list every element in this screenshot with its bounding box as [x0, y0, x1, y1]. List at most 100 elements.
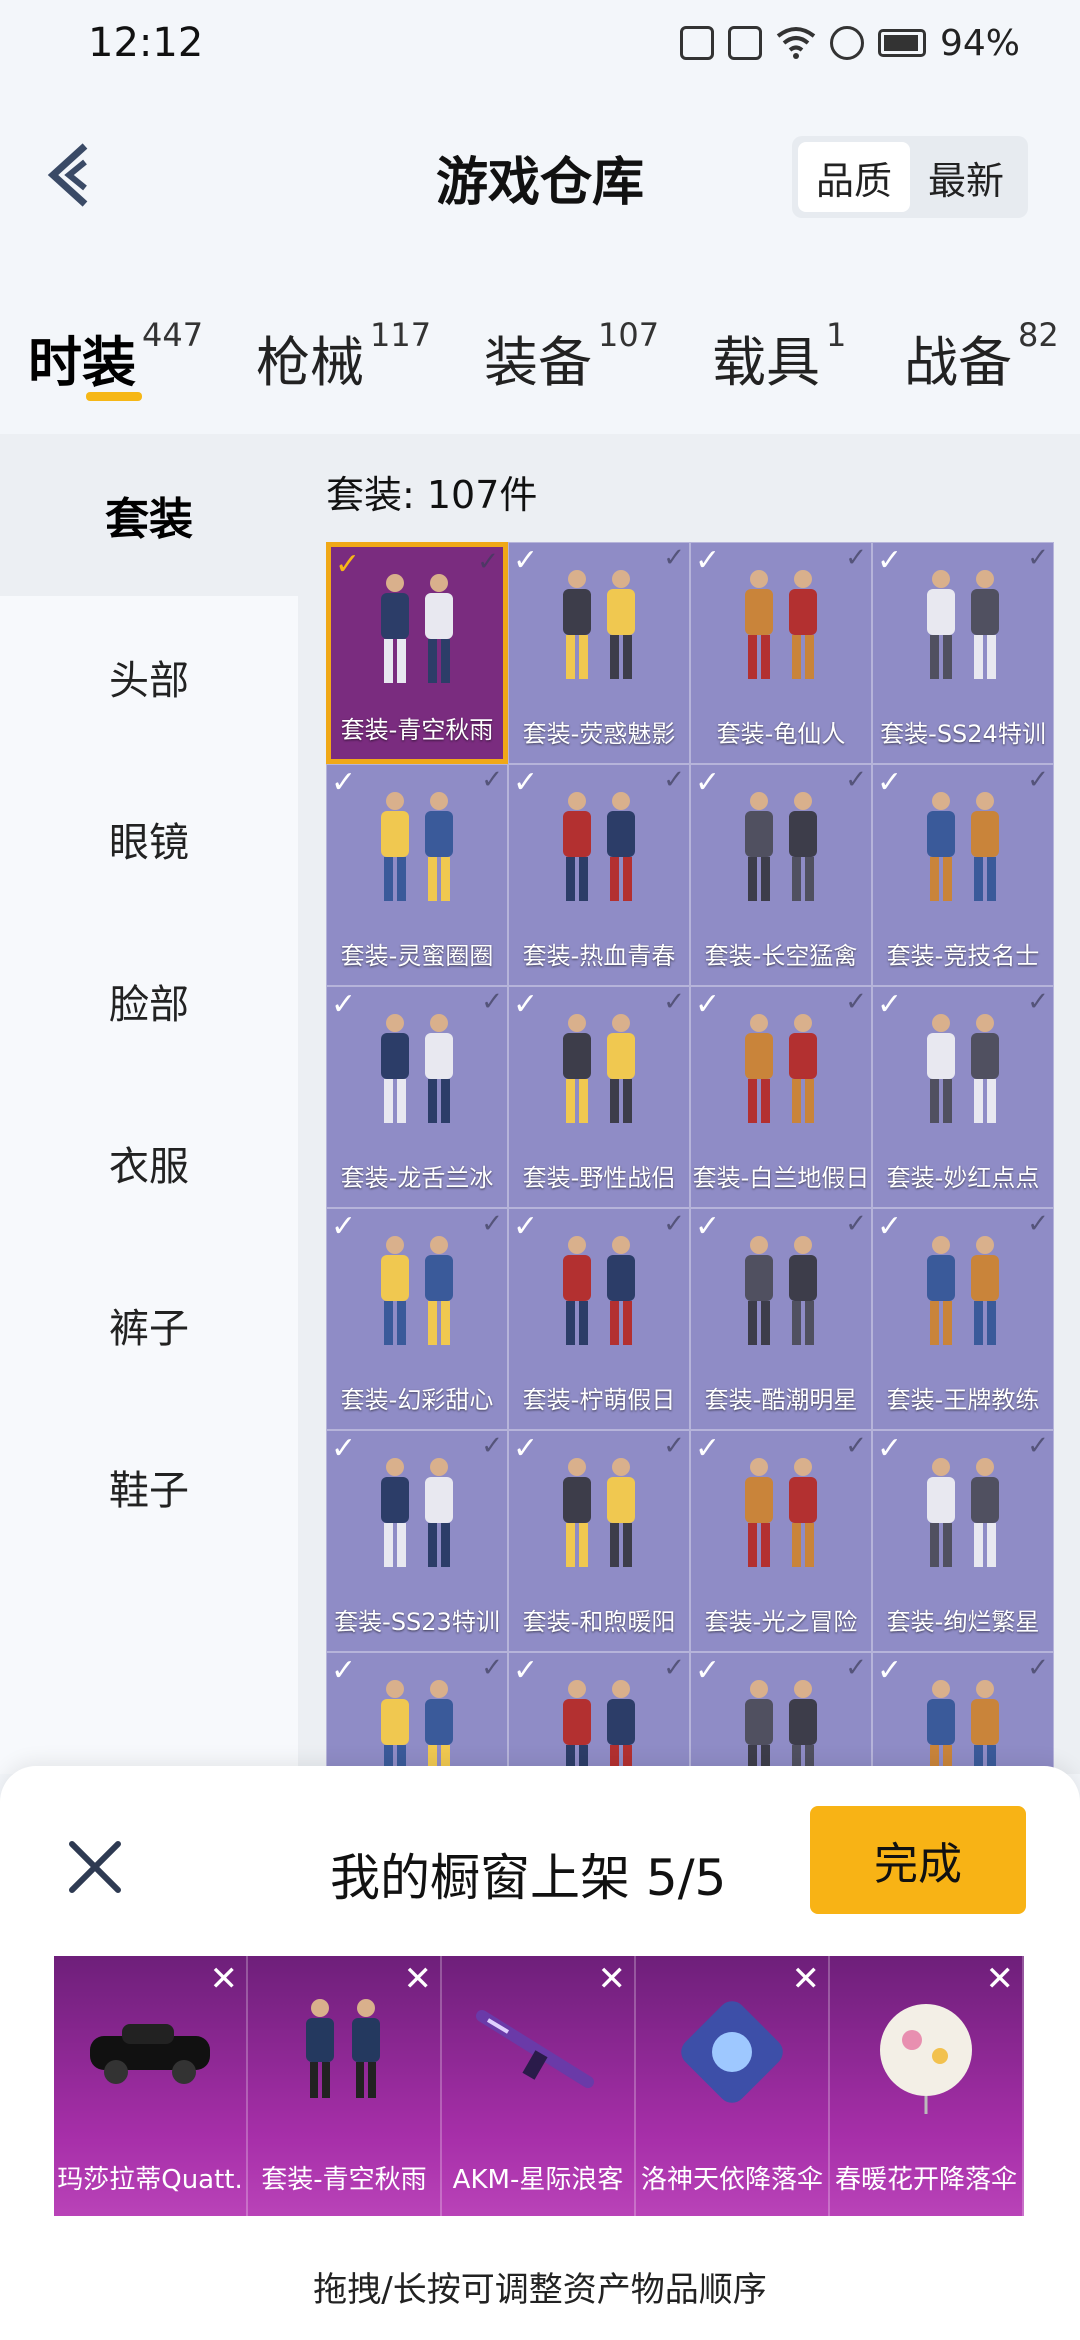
item-card[interactable]: ✓ ✓ 套装-柠萌假日 — [508, 1208, 690, 1430]
item-card[interactable]: ✓ ✓ 套装-SS24特训 — [872, 542, 1054, 764]
item-label: 套装-荧惑魅影 — [522, 720, 676, 748]
item-card[interactable]: ✓ ✓ 套装-龙舌兰冰 — [326, 986, 508, 1208]
check-icon: ✓ — [695, 987, 721, 1022]
check-icon: ✓ — [331, 1209, 357, 1244]
item-count: 套装: 107件 — [326, 473, 538, 517]
owned-check-icon: ✓ — [481, 1431, 503, 1461]
showcase-label: 洛神天依降落伞 — [640, 2165, 823, 2195]
tab-guns[interactable]: 枪械 117 — [256, 316, 431, 397]
item-card[interactable]: ✓ ✓ 套装-和煦暖阳 — [508, 1430, 690, 1652]
owned-check-icon: ✓ — [663, 987, 685, 1017]
showcase-item[interactable]: ✕ 套装-青空秋雨 — [248, 1956, 442, 2216]
item-card[interactable]: ✓ ✓ 套装-青空秋雨 — [326, 542, 508, 764]
done-button[interactable]: 完成 — [810, 1806, 1026, 1914]
item-card[interactable]: ✓ ✓ 套装-热血青春 — [508, 764, 690, 986]
remove-icon[interactable]: ✕ — [404, 1962, 433, 1996]
item-card[interactable]: ✓ ✓ — [690, 1652, 872, 1774]
showcase-item[interactable]: ✕ AKM-星际浪客 — [442, 1956, 636, 2216]
showcase-item[interactable]: ✕ 玛莎拉蒂Quatt. — [54, 1956, 248, 2216]
sort-newest-option[interactable]: 最新 — [910, 142, 1022, 212]
side-item-pants[interactable]: 裤子 — [0, 1244, 298, 1406]
showcase-item[interactable]: ✕ 洛神天依降落伞 — [636, 1956, 830, 2216]
sort-quality-option[interactable]: 品质 — [798, 142, 910, 212]
item-label: 套装-SS23特训 — [334, 1608, 500, 1636]
check-icon: ✓ — [877, 765, 903, 800]
item-label: 套装-光之冒险 — [704, 1608, 858, 1636]
item-card[interactable]: ✓ ✓ 套装-绚烂繁星 — [872, 1430, 1054, 1652]
remove-icon[interactable]: ✕ — [598, 1962, 627, 1996]
showcase-label: 套装-青空秋雨 — [261, 2165, 427, 2195]
item-card[interactable]: ✓ ✓ 套装-SS23特训 — [326, 1430, 508, 1652]
outfit-thumbnail — [745, 792, 817, 901]
tab-vehicles[interactable]: 载具 1 — [712, 316, 846, 397]
side-nav: 套装 头部 眼镜 脸部 衣服 裤子 鞋子 — [0, 434, 298, 1774]
tab-supplies[interactable]: 战备 82 — [904, 316, 1059, 397]
item-label: 套装-妙红点点 — [886, 1164, 1040, 1192]
item-card[interactable]: ✓ ✓ — [872, 1652, 1054, 1774]
side-item-clothes[interactable]: 衣服 — [0, 1082, 298, 1244]
item-label: 套装-野性战侣 — [522, 1164, 676, 1192]
side-item-face[interactable]: 脸部 — [0, 920, 298, 1082]
item-card[interactable]: ✓ ✓ — [326, 1652, 508, 1774]
remove-icon[interactable]: ✕ — [986, 1962, 1015, 1996]
item-label: 套装-王牌教练 — [886, 1386, 1040, 1414]
item-card[interactable]: ✓ ✓ 套装-龟仙人 — [690, 542, 872, 764]
item-card[interactable]: ✓ ✓ 套装-妙红点点 — [872, 986, 1054, 1208]
outfit-thumbnail — [927, 1236, 999, 1345]
outfit-thumbnail — [563, 1458, 635, 1567]
outfit-thumbnail — [927, 1680, 999, 1774]
check-icon: ✓ — [877, 543, 903, 578]
owned-check-icon: ✓ — [663, 1431, 685, 1461]
owned-check-icon: ✓ — [845, 1209, 867, 1239]
side-item-shoes[interactable]: 鞋子 — [0, 1406, 298, 1568]
tab-count: 82 — [1018, 316, 1059, 354]
item-card[interactable]: ✓ ✓ 套装-白兰地假日 — [690, 986, 872, 1208]
status-bar: 12:12 94% — [0, 0, 1080, 86]
item-card[interactable]: ✓ ✓ 套装-野性战侣 — [508, 986, 690, 1208]
outfit-thumbnail — [381, 1458, 453, 1567]
check-icon: ✓ — [695, 543, 721, 578]
remove-icon[interactable]: ✕ — [210, 1962, 239, 1996]
outfit-thumbnail — [381, 574, 453, 683]
outfit-thumbnail — [381, 1236, 453, 1345]
owned-check-icon: ✓ — [481, 1653, 503, 1683]
side-item-outfit[interactable]: 套装 — [0, 434, 298, 596]
status-icons: 94% — [679, 23, 1020, 64]
item-card[interactable]: ✓ ✓ 套装-王牌教练 — [872, 1208, 1054, 1430]
item-label: 套装-幻彩甜心 — [340, 1386, 494, 1414]
outfit-thumbnail — [927, 570, 999, 679]
check-icon: ✓ — [513, 765, 539, 800]
item-card[interactable]: ✓ ✓ 套装-荧惑魅影 — [508, 542, 690, 764]
side-item-glasses[interactable]: 眼镜 — [0, 758, 298, 920]
tab-equipment[interactable]: 装备 107 — [484, 316, 659, 397]
side-item-head[interactable]: 头部 — [0, 596, 298, 758]
remove-icon[interactable]: ✕ — [792, 1962, 821, 1996]
owned-check-icon: ✓ — [663, 1653, 685, 1683]
check-icon: ✓ — [513, 987, 539, 1022]
owned-check-icon: ✓ — [1027, 1431, 1049, 1461]
showcase-item[interactable]: ✕ 春暖花开降落伞 — [830, 1956, 1024, 2216]
item-card[interactable]: ✓ ✓ 套装-竞技名士 — [872, 764, 1054, 986]
item-card[interactable]: ✓ ✓ 套装-灵蜜圈圈 — [326, 764, 508, 986]
item-card[interactable]: ✓ ✓ 套装-长空猛禽 — [690, 764, 872, 986]
close-button[interactable] — [60, 1832, 130, 1902]
item-card[interactable]: ✓ ✓ 套装-酷潮明星 — [690, 1208, 872, 1430]
outfit-thumbnail — [745, 1680, 817, 1774]
showcase-thumbnail — [90, 2024, 210, 2084]
item-card[interactable]: ✓ ✓ 套装-光之冒险 — [690, 1430, 872, 1652]
item-label: 套装-酷潮明星 — [704, 1386, 858, 1414]
check-icon: ✓ — [877, 987, 903, 1022]
tab-fashion[interactable]: 时装 447 — [28, 316, 203, 397]
item-card[interactable]: ✓ ✓ 套装-幻彩甜心 — [326, 1208, 508, 1430]
tab-label: 时装 — [28, 331, 136, 394]
check-icon: ✓ — [513, 543, 539, 578]
item-card[interactable]: ✓ ✓ — [508, 1652, 690, 1774]
owned-check-icon: ✓ — [481, 987, 503, 1017]
check-icon: ✓ — [513, 1431, 539, 1466]
outfit-thumbnail — [563, 570, 635, 679]
status-time: 12:12 — [88, 20, 204, 66]
check-icon: ✓ — [513, 1209, 539, 1244]
outfit-thumbnail — [927, 792, 999, 901]
owned-check-icon: ✓ — [481, 765, 503, 795]
owned-check-icon: ✓ — [1027, 1653, 1049, 1683]
